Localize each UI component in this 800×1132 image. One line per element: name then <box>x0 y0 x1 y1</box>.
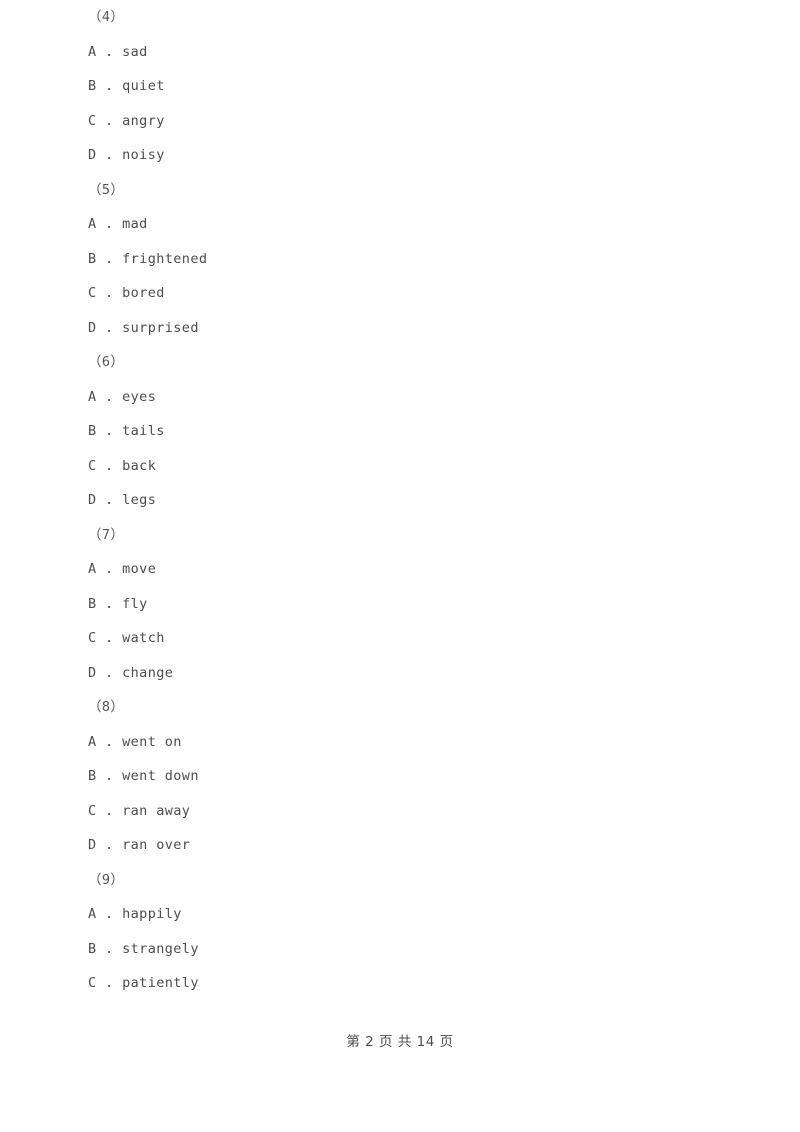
question-number: （6） <box>88 354 125 370</box>
question-list: （4） A . sad B . quiet C . angry D . nois… <box>0 0 800 1001</box>
option-a[interactable]: A . eyes <box>0 380 800 415</box>
option-c[interactable]: C . back <box>0 449 800 484</box>
question-block-5: （5） A . mad B . frightened C . bored D .… <box>0 173 800 346</box>
option-b[interactable]: B . frightened <box>0 242 800 277</box>
option-a[interactable]: A . went on <box>0 725 800 760</box>
option-d[interactable]: D . noisy <box>0 138 800 173</box>
question-number: （9） <box>88 871 125 888</box>
option-d[interactable]: D . ran over <box>0 828 800 863</box>
option-a[interactable]: A . mad <box>0 207 800 242</box>
question-number: （8） <box>88 699 125 715</box>
question-block-6: （6） A . eyes B . tails C . back D . legs <box>0 345 800 518</box>
option-c[interactable]: C . ran away <box>0 794 800 829</box>
option-d[interactable]: D . surprised <box>0 311 800 346</box>
option-b[interactable]: B . went down <box>0 759 800 794</box>
option-b[interactable]: B . strangely <box>0 932 800 967</box>
option-a[interactable]: A . happily <box>0 897 800 932</box>
option-a[interactable]: A . sad <box>0 35 800 70</box>
question-number: （4） <box>88 9 125 25</box>
option-d[interactable]: D . change <box>0 656 800 691</box>
option-a[interactable]: A . move <box>0 552 800 587</box>
option-c[interactable]: C . watch <box>0 621 800 656</box>
option-c[interactable]: C . angry <box>0 104 800 139</box>
question-number: （7） <box>88 526 125 543</box>
option-b[interactable]: B . quiet <box>0 69 800 104</box>
question-block-9: （9） A . happily B . strangely C . patien… <box>0 863 800 1001</box>
document-page: （4） A . sad B . quiet C . angry D . nois… <box>0 0 800 1132</box>
question-block-7: （7） A . move B . fly C . watch D . chang… <box>0 518 800 691</box>
option-b[interactable]: B . fly <box>0 587 800 622</box>
option-b[interactable]: B . tails <box>0 414 800 449</box>
question-number: （5） <box>88 181 125 198</box>
question-block-4: （4） A . sad B . quiet C . angry D . nois… <box>0 0 800 173</box>
option-d[interactable]: D . legs <box>0 483 800 518</box>
question-block-8: （8） A . went on B . went down C . ran aw… <box>0 690 800 863</box>
option-c[interactable]: C . bored <box>0 276 800 311</box>
option-c[interactable]: C . patiently <box>0 966 800 1001</box>
page-footer: 第 2 页 共 14 页 <box>346 1034 454 1050</box>
